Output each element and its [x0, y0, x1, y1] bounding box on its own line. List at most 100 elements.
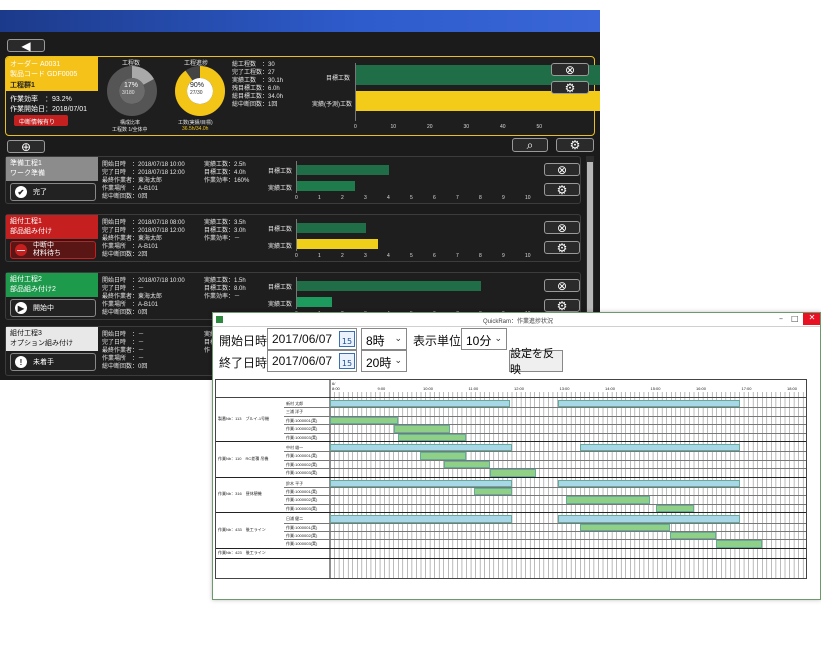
gantt-task-bar[interactable]	[474, 488, 512, 496]
apply-settings-button[interactable]: 設定を反映	[509, 348, 563, 376]
gear-icon: ⚙	[569, 138, 581, 152]
card-axis-tick: 4	[387, 195, 390, 201]
gantt-row-label: 作業:1000003(実)	[286, 470, 318, 476]
list-settings-button[interactable]: ⚙	[556, 138, 594, 152]
close-circle-icon: ⊗	[556, 220, 568, 235]
monitor-title-bar	[0, 10, 600, 32]
gantt-row-line	[284, 487, 806, 488]
gantt-task-bar[interactable]	[420, 452, 466, 460]
gantt-task-bar[interactable]	[566, 496, 650, 504]
process-status-button[interactable]: ✔ 完了	[10, 183, 96, 201]
process-sub: オプション組み付け	[10, 340, 73, 347]
process-status-button[interactable]: ▶ 開始中	[10, 299, 96, 317]
gantt-task-bar[interactable]	[716, 540, 762, 548]
gantt-shift-bar[interactable]	[558, 479, 740, 487]
plus-circle-icon: ⊕	[20, 139, 32, 154]
work-efficiency: 作業効率 ：93.2%	[10, 96, 72, 103]
gantt-row-label: 作業:1000001(実)	[286, 453, 318, 459]
start-hour-select[interactable]: 8時 ⌄	[361, 328, 407, 350]
gantt-task-bar[interactable]	[444, 460, 490, 469]
card-axis-tick: 3	[364, 253, 367, 259]
scrollbar-thumb[interactable]	[587, 162, 593, 322]
card-settings-button[interactable]: ⚙	[544, 183, 580, 196]
unit-select[interactable]: 10分 ⌄	[461, 328, 507, 350]
start-label: 開始日時	[219, 334, 268, 348]
gantt-task-bar[interactable]	[490, 469, 536, 477]
gantt-row-line	[284, 451, 806, 453]
gantt-shift-bar[interactable]	[330, 444, 512, 452]
order-target-label: 目標工数	[326, 76, 351, 82]
end-hour-select[interactable]: 20時 ⌄	[361, 350, 407, 372]
gantt-task-bar[interactable]	[398, 433, 466, 441]
gantt-row-line	[284, 531, 806, 532]
gantt-task-bar[interactable]	[670, 532, 716, 540]
start-calendar-icon[interactable]: 15	[339, 331, 355, 347]
process-detail: 総中断回数：0回	[102, 364, 148, 370]
gantt-task-bar[interactable]	[656, 504, 694, 513]
card-axis-tick: 6	[433, 195, 436, 201]
card-close-button[interactable]: ⊗	[544, 279, 580, 292]
card-axis-tick: 3	[364, 195, 367, 201]
search-button[interactable]: ⌕	[512, 138, 548, 152]
process-detail: 総中断回数：2回	[102, 252, 148, 258]
back-button[interactable]: ◀	[7, 39, 45, 52]
process-sub: 部品組み付け	[10, 228, 52, 235]
gantt-row-line	[284, 459, 806, 461]
gantt-shift-bar[interactable]	[580, 444, 740, 452]
card-target-bar	[297, 281, 481, 291]
gantt-shift-bar[interactable]	[558, 400, 740, 408]
card-target-label: 目標工数	[268, 227, 293, 233]
close-window-button[interactable]: ✕	[803, 313, 820, 325]
minus-icon: —	[15, 244, 27, 256]
end-label: 終了日時	[219, 356, 268, 370]
gantt-row-line	[284, 432, 806, 434]
work-start-date: 作業開始日：2018/07/01	[10, 106, 88, 113]
process-group: 工程群1	[10, 82, 35, 89]
card-target-label: 目標工数	[268, 285, 293, 291]
gantt-shift-bar[interactable]	[330, 400, 510, 408]
order-settings-button[interactable]: ⚙	[551, 81, 589, 94]
process-card[interactable]: 組付工程1 部品組み付け — 中断中 材料待ち 開始日時 ：2018/07/18 08:0…	[5, 214, 581, 262]
progress-gantt-window: QuickRam：作業進捗状況 – □ ✕ 開始日時 2017/06/07 15…	[212, 312, 821, 600]
card-close-button[interactable]: ⊗	[544, 221, 580, 234]
order-close-button[interactable]: ⊗	[551, 63, 589, 76]
process-detail: 総中断回数：0回	[102, 194, 148, 200]
status-label: 中断中 材料待ち	[33, 242, 61, 257]
order-summary-panel: オーダー A0031 製品コード GDF0005 工程群1 作業効率 ：93.2…	[5, 56, 600, 136]
process-card[interactable]: 準備工程1 ワーク準備 ✔ 完了 開始日時 ：2018/07/18 10:00 完了日時 …	[5, 156, 581, 204]
window-title: QuickRam：作業進捗状況	[483, 319, 554, 325]
card-settings-button[interactable]: ⚙	[544, 241, 580, 254]
status-label: 開始中	[33, 305, 54, 312]
card-axis-tick: 10	[525, 253, 531, 259]
maximize-icon[interactable]: □	[791, 314, 799, 323]
card-axis-tick: 9	[502, 195, 505, 201]
gantt-row-label: 鈴木 平子	[286, 480, 304, 486]
gantt-task-bar[interactable]	[330, 416, 398, 425]
gantt-shift-bar[interactable]	[330, 479, 512, 487]
order-no: オーダー A0031	[10, 61, 61, 68]
order-header: オーダー A0031 製品コード GDF0005 工程群1	[6, 57, 98, 91]
gantt-group-label: 作業Nb：110 RC差積 吊機	[218, 455, 269, 461]
interrupt-badge[interactable]: 中断情報有り	[14, 115, 68, 126]
gantt-task-bar[interactable]	[580, 523, 670, 531]
gantt-row-label: 作業:1000002(実)	[286, 533, 318, 538]
card-axis-tick: 6	[433, 253, 436, 259]
card-axis-tick: 8	[479, 253, 482, 259]
card-actual-bar	[297, 181, 355, 191]
chevron-down-icon: ⌄	[394, 333, 402, 343]
add-process-button[interactable]: ⊕	[7, 140, 45, 153]
process-status-button[interactable]: — 中断中 材料待ち	[10, 241, 96, 259]
card-settings-button[interactable]: ⚙	[544, 299, 580, 312]
gantt-shift-bar[interactable]	[330, 515, 512, 523]
end-calendar-icon[interactable]: 15	[339, 353, 355, 369]
gantt-task-bar[interactable]	[394, 425, 450, 433]
search-icon: ⌕	[526, 138, 534, 152]
card-close-button[interactable]: ⊗	[544, 163, 580, 176]
minimize-icon[interactable]: –	[779, 314, 783, 323]
gantt-shift-bar[interactable]	[558, 515, 740, 523]
donut1-sub1: 構成比率	[120, 120, 141, 126]
donut2-sub2: 36.5h/34.0h	[182, 126, 209, 132]
process-status-button[interactable]: ! 未着手	[10, 353, 96, 371]
donut1-sub2: 工程数 1/全体中	[112, 127, 148, 133]
gantt-row-label: 作業:1000001(実)	[286, 489, 318, 494]
